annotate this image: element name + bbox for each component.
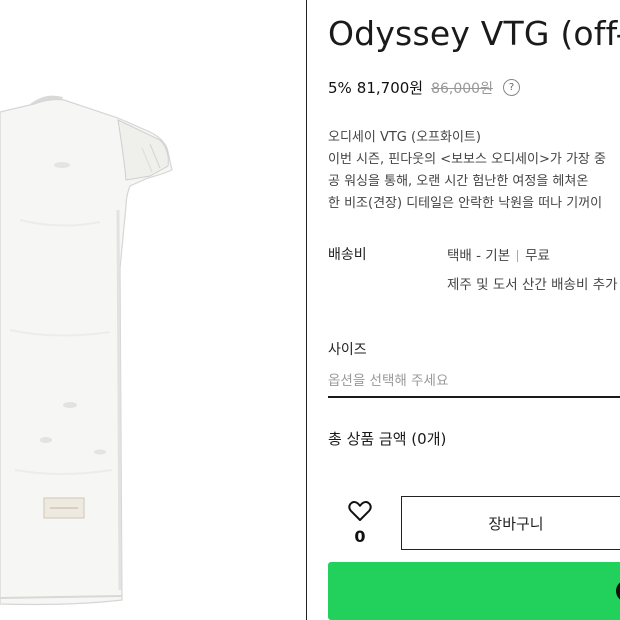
wishlist-button[interactable]: 0 xyxy=(328,498,392,553)
shipping-method: 택배 - 기본 무료 xyxy=(447,244,550,264)
size-select[interactable]: 옵션을 선택해 주세요 xyxy=(328,369,448,389)
help-icon[interactable]: ? xyxy=(502,79,520,96)
product-title: Odyssey VTG (off-w xyxy=(328,14,620,53)
description-line: 오디세이 VTG (오프화이트) xyxy=(328,130,481,145)
product-description: 오디세이 VTG (오프화이트) 이번 시즌, 핀다웃의 <보보스 오디세이>가… xyxy=(328,127,606,215)
buy-now-button[interactable] xyxy=(328,562,620,620)
shipping-note: 제주 및 도서 산간 배송비 추가 xyxy=(447,277,618,293)
price-row: 5% 81,700원 86,000원 ? xyxy=(328,77,520,98)
original-price: 86,000원 xyxy=(431,80,493,97)
shipping-label: 배송비 xyxy=(328,247,367,263)
total-price-label: 총 상품 금액 (0개) xyxy=(328,430,447,448)
description-line: 공 워싱을 통해, 오랜 시간 험난한 여정을 헤쳐온 xyxy=(328,174,589,189)
description-line: 이번 시즌, 핀다웃의 <보보스 오디세이>가 가장 중 xyxy=(328,152,606,167)
heart-icon xyxy=(348,500,372,521)
sale-price: 81,700원 xyxy=(356,79,424,97)
add-to-cart-button[interactable]: 장바구니 xyxy=(401,496,620,550)
product-image xyxy=(0,95,173,606)
separator xyxy=(517,250,519,262)
description-line: 한 비조(견장) 디테일은 안락한 낙원을 떠나 기꺼이 xyxy=(328,196,603,211)
product-image-panel xyxy=(0,0,306,620)
discount-rate: 5% xyxy=(328,78,352,97)
wishlist-count: 0 xyxy=(354,527,366,546)
size-label: 사이즈 xyxy=(328,342,367,358)
size-select-underline xyxy=(328,396,620,398)
shipping-fee: 무료 xyxy=(525,248,550,264)
buy-button-icon xyxy=(616,580,620,602)
shipping-method-name: 택배 - 기본 xyxy=(447,248,511,264)
product-info-panel: Odyssey VTG (off-w 5% 81,700원 86,000원 ? … xyxy=(307,0,620,620)
